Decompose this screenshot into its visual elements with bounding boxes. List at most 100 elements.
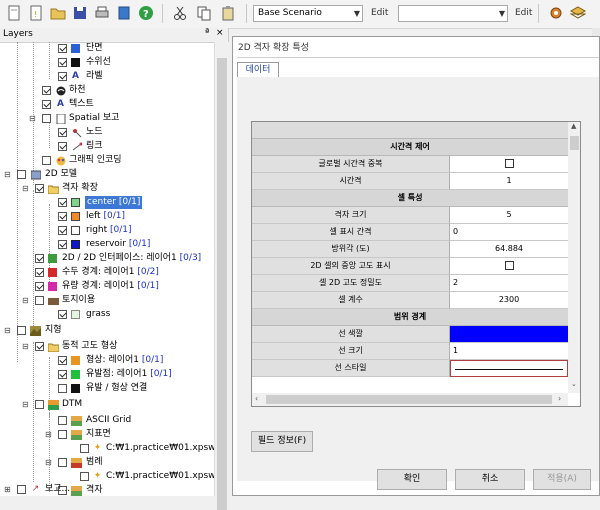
collapse-icon[interactable]: ⊟ — [22, 185, 29, 193]
tree-item-grass[interactable]: grass — [0, 308, 214, 321]
layer-checkbox[interactable] — [35, 400, 44, 409]
elevation-precision-value[interactable]: 2 — [450, 275, 568, 292]
layer-checkbox[interactable] — [58, 458, 67, 467]
tree-item-surface-file[interactable]: ✦ C:₩1.practice₩01.xpswmm₩ — [0, 442, 214, 455]
timestep-value[interactable]: 1 — [450, 173, 568, 190]
prop-grid-size[interactable]: 격자 크기 5 — [252, 207, 568, 224]
tree-item-trigger-link[interactable]: 유발 / 형상 연결 — [0, 382, 214, 395]
layer-checkbox[interactable] — [35, 254, 44, 263]
tree-item-dynamic-elevation[interactable]: ⊟ 동적 고도 형상 — [0, 340, 214, 353]
layer-checkbox[interactable] — [58, 58, 67, 67]
layer-checkbox[interactable] — [80, 472, 89, 481]
open-folder-icon[interactable] — [48, 3, 68, 23]
tree-item-ascii-grid[interactable]: ASCII Grid — [0, 414, 214, 427]
tree-item-legend-file[interactable]: ✦ C:₩1.practice₩01.xpswmm₩ — [0, 470, 214, 483]
prop-timestep[interactable]: 시간격 1 — [252, 173, 568, 190]
layer-checkbox[interactable] — [35, 342, 44, 351]
line-style-value[interactable] — [450, 360, 568, 377]
scenario2-select[interactable]: ▼ — [398, 5, 508, 22]
pin-icon[interactable]: ª — [205, 28, 209, 38]
tab-data[interactable]: 데이터 — [237, 62, 279, 77]
tree-item-legend[interactable]: ⊟ 범례 — [0, 456, 214, 469]
layer-checkbox[interactable] — [35, 184, 44, 193]
paste-icon[interactable] — [218, 3, 238, 23]
layer-checkbox[interactable] — [42, 114, 51, 123]
scroll-left-icon[interactable]: ‹ — [255, 394, 258, 403]
cell-count-value[interactable]: 2300 — [450, 292, 568, 309]
prop-global-timestep-override[interactable]: 글로벌 시간격 중복 — [252, 156, 568, 173]
prop-line-color[interactable]: 선 색깔 — [252, 326, 568, 343]
tree-item-right[interactable]: right [0/1] — [0, 224, 214, 237]
book-icon[interactable] — [114, 3, 134, 23]
layers-stack-icon[interactable] — [568, 3, 588, 23]
tree-item-landuse[interactable]: ⊟ 토지이용 — [0, 294, 214, 307]
global-timestep-checkbox[interactable] — [504, 159, 514, 168]
tree-item-surface[interactable]: ⊟ 지표면 — [0, 428, 214, 441]
grid-horizontal-scrollbar[interactable]: ‹ › — [252, 393, 568, 406]
scrollbar-thumb[interactable] — [570, 136, 579, 150]
layer-checkbox[interactable] — [35, 282, 44, 291]
collapse-icon[interactable]: ⊟ — [4, 171, 11, 179]
ok-button[interactable]: 확인 — [377, 469, 447, 490]
layer-checkbox[interactable] — [17, 170, 26, 179]
line-color-swatch[interactable] — [450, 326, 568, 343]
cell-display-interval-value[interactable]: 0 — [450, 224, 568, 241]
tree-item-left[interactable]: left [0/1] — [0, 210, 214, 223]
layer-checkbox[interactable] — [42, 100, 51, 109]
tree-item-terrain[interactable]: ⊟ 지형 — [0, 324, 214, 337]
layer-checkbox[interactable] — [58, 44, 67, 53]
chevron-down-icon[interactable]: ⌄ — [571, 380, 577, 388]
tree-item-2d-model[interactable]: ⊟ 2D 모델 — [0, 168, 214, 181]
layer-checkbox[interactable] — [58, 416, 67, 425]
collapse-icon[interactable]: ⊟ — [22, 297, 29, 305]
prop-cell-count[interactable]: 셀 계수 2300 — [252, 292, 568, 309]
layer-checkbox[interactable] — [58, 310, 67, 319]
collapse-icon[interactable]: ⊟ — [45, 459, 52, 467]
expand-icon[interactable]: ⊞ — [4, 486, 11, 494]
layer-checkbox[interactable] — [80, 444, 89, 453]
cancel-button[interactable]: 취소 — [455, 469, 525, 490]
scrollbar-thumb[interactable] — [266, 395, 552, 404]
cut-icon[interactable] — [170, 3, 190, 23]
prop-azimuth[interactable]: 방위각 (도) 64.884 — [252, 241, 568, 258]
tree-item-node[interactable]: 노드 — [0, 126, 214, 139]
tree-item-label-layer[interactable]: A 라벨 — [0, 70, 214, 83]
help-icon[interactable]: ? — [136, 3, 156, 23]
layer-checkbox[interactable] — [58, 128, 67, 137]
tree-item-shape[interactable]: 형상: 레이어1 [0/1] — [0, 354, 214, 367]
tree-item-graphic-encoding[interactable]: 그래픽 인코딩 — [0, 154, 214, 167]
tree-item-waterline[interactable]: 수위선 — [0, 56, 214, 69]
collapse-icon[interactable]: ⊟ — [22, 401, 29, 409]
prop-elevation-precision[interactable]: 셀 2D 고도 정밀도 2 — [252, 275, 568, 292]
tree-item-dtm[interactable]: ⊟ DTM — [0, 398, 214, 411]
layer-checkbox[interactable] — [58, 430, 67, 439]
layer-checkbox[interactable] — [17, 326, 26, 335]
scrollbar-thumb[interactable] — [217, 58, 227, 510]
tree-item-center[interactable]: center [0/1] — [0, 196, 214, 209]
layer-checkbox[interactable] — [17, 485, 26, 494]
tree-item-section[interactable]: 단면 — [0, 42, 214, 55]
tree-item-trigger-point[interactable]: 유발점: 레이어1 [0/1] — [0, 368, 214, 381]
collapse-icon[interactable]: ⊟ — [4, 327, 11, 335]
apply-button[interactable]: 적용(A) — [533, 469, 591, 490]
layer-checkbox[interactable] — [58, 142, 67, 151]
layer-checkbox[interactable] — [58, 212, 67, 221]
print-icon[interactable] — [92, 3, 112, 23]
layer-checkbox[interactable] — [42, 86, 51, 95]
scroll-up-icon[interactable]: ▲ — [571, 122, 576, 130]
field-info-button[interactable]: 필드 정보(F) — [251, 431, 313, 452]
tree-item-reservoir[interactable]: reservoir [0/1] — [0, 238, 214, 251]
edit-scenario2-button[interactable]: Edit — [515, 5, 532, 22]
tree-item-spatial-report[interactable]: ⊟ Spatial 보고 — [0, 112, 214, 125]
layer-checkbox[interactable] — [58, 72, 67, 81]
copy-icon[interactable] — [194, 3, 214, 23]
grid-vertical-scrollbar[interactable]: ▲ ⌄ — [568, 122, 580, 393]
layer-checkbox[interactable] — [58, 356, 67, 365]
prop-show-center-elevation[interactable]: 2D 셀의 중앙 고도 표시 — [252, 258, 568, 275]
tree-item-2d-interface[interactable]: 2D / 2D 인터페이스: 레이어1 [0/3] — [0, 252, 214, 265]
layer-checkbox[interactable] — [42, 156, 51, 165]
new-document-icon[interactable]: ! — [26, 3, 46, 23]
tree-item-grid-extent[interactable]: ⊟ 격자 확장 — [0, 182, 214, 195]
layer-checkbox[interactable] — [35, 268, 44, 277]
scroll-right-icon[interactable]: › — [558, 394, 561, 403]
